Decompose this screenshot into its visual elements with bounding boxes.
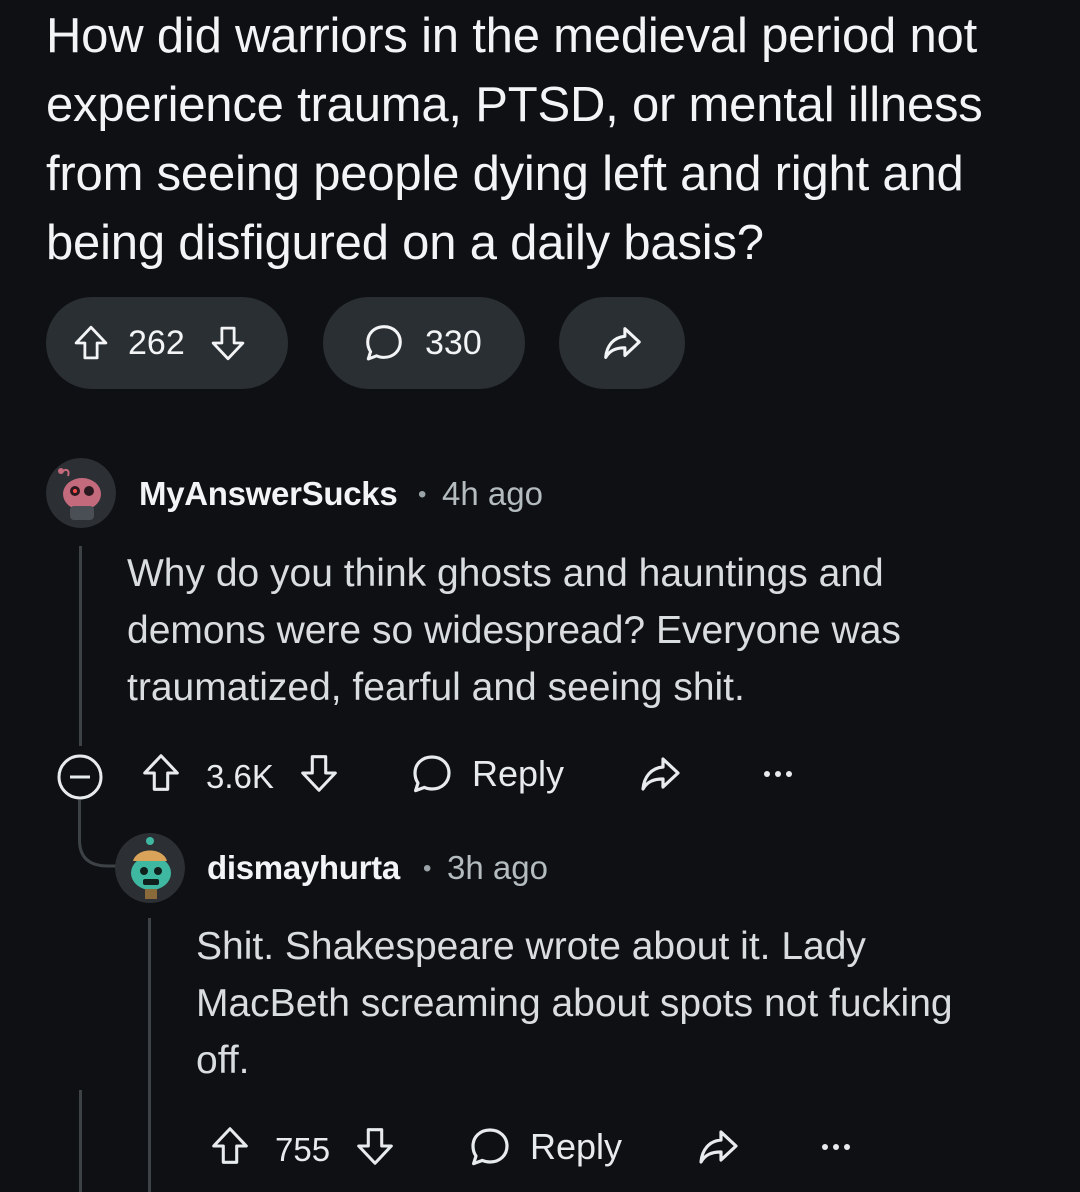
upvote-button[interactable]: [70, 322, 112, 364]
arrow-up-icon: [212, 1127, 248, 1164]
upvote-button[interactable]: [207, 1123, 253, 1177]
comment-timestamp: 3h ago: [447, 849, 548, 886]
post-title: How did warriors in the medieval period …: [46, 9, 983, 270]
share-arrow-icon: [699, 1130, 738, 1164]
comments-button[interactable]: 330: [323, 297, 525, 389]
share-button[interactable]: [559, 297, 685, 389]
reply-label: Reply: [472, 753, 565, 794]
post-vote-pill: 262: [46, 297, 288, 389]
user-avatar-icon: [46, 458, 116, 528]
separator-dot: •: [418, 481, 427, 508]
more-options-button[interactable]: [764, 771, 792, 777]
arrow-down-icon: [301, 755, 337, 792]
reply-button[interactable]: Reply: [466, 1123, 622, 1171]
comment-score: 755: [275, 1131, 331, 1168]
collapse-minus-icon: [57, 754, 103, 800]
thread-line[interactable]: [148, 918, 151, 1192]
comment-score: 3.6K: [206, 758, 274, 795]
comment-author[interactable]: MyAnswerSucks: [139, 475, 398, 513]
speech-bubble-icon: [366, 325, 402, 361]
user-avatar-icon: [115, 833, 185, 903]
collapse-thread-button[interactable]: [56, 753, 104, 801]
share-arrow-icon: [641, 757, 680, 791]
post-score: 262: [128, 323, 185, 362]
upvote-button[interactable]: [138, 750, 184, 804]
more-dot: [775, 771, 781, 777]
downvote-button[interactable]: [352, 1123, 398, 1177]
thread-line[interactable]: [79, 1090, 82, 1192]
comment-body: Why do you think ghosts and hauntings an…: [127, 552, 901, 709]
downvote-button[interactable]: [296, 750, 342, 804]
speech-bubble-icon: [413, 755, 451, 793]
reply-button[interactable]: Reply: [408, 750, 564, 798]
arrow-up-icon: [74, 325, 108, 360]
avatar[interactable]: [46, 458, 116, 528]
more-dot: [833, 1144, 839, 1150]
arrow-down-icon: [211, 326, 245, 361]
comment-author[interactable]: dismayhurta: [207, 849, 400, 887]
reply-label: Reply: [530, 1126, 623, 1167]
avatar[interactable]: [115, 833, 185, 903]
thread-line[interactable]: [79, 546, 82, 746]
comment-timestamp: 4h ago: [442, 475, 543, 512]
speech-bubble-icon: [471, 1128, 509, 1166]
more-dots-icon: [822, 1144, 828, 1150]
more-dots-icon: [764, 771, 770, 777]
comment-vote-bar: 755: [207, 1123, 398, 1177]
arrow-up-icon: [143, 754, 179, 791]
comment-body: Shit. Shakespeare wrote about it. Lady M…: [196, 925, 953, 1082]
arrow-down-icon: [357, 1128, 393, 1165]
downvote-button[interactable]: [207, 322, 249, 364]
more-options-button[interactable]: [822, 1144, 850, 1150]
more-dot: [844, 1144, 850, 1150]
comment-count: 330: [425, 323, 482, 362]
share-arrow-icon: [604, 327, 641, 359]
more-dot: [786, 771, 792, 777]
comment-vote-bar: 3.6K: [138, 750, 342, 804]
separator-dot: •: [423, 855, 432, 882]
share-button[interactable]: [694, 1123, 742, 1171]
share-button[interactable]: [636, 750, 684, 798]
